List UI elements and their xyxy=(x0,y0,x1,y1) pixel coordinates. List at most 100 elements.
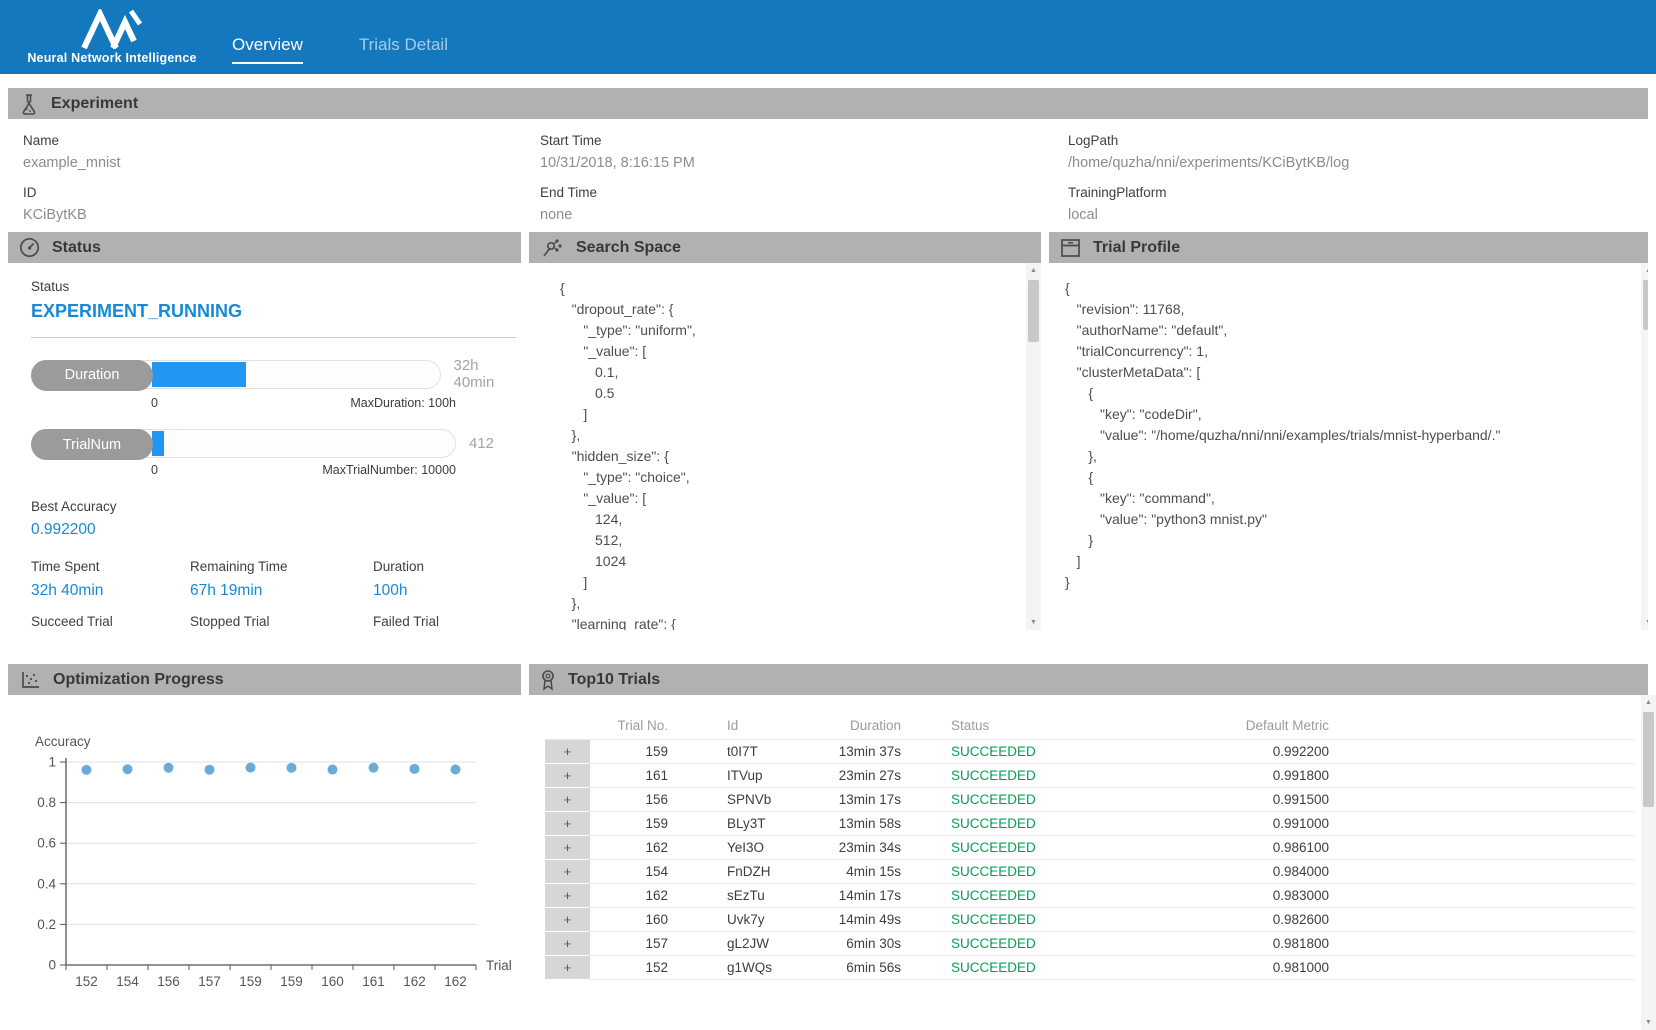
duration-cell: 6min 30s xyxy=(772,931,907,955)
trial-no-cell: 152 xyxy=(590,955,674,979)
trial-id-cell: sEzTu xyxy=(674,883,772,907)
trial-no-cell: 160 xyxy=(590,907,674,931)
filler-cell xyxy=(1335,739,1635,763)
progress-pill-label: Duration xyxy=(31,360,153,391)
status-cell: SUCCEEDED xyxy=(907,787,1167,811)
experiment-path-field: LogPath /home/quzha/nni/experiments/KCiB… xyxy=(1068,119,1648,232)
scroll-down-icon[interactable]: ▼ xyxy=(1641,615,1648,630)
experiment-section-title: Experiment xyxy=(51,95,138,113)
duration-cell: 13min 17s xyxy=(772,787,907,811)
svg-text:152: 152 xyxy=(75,974,98,989)
duration-progress-bar: Duration xyxy=(31,360,441,389)
optimization-section-bar: Optimization Progress xyxy=(8,664,521,695)
svg-text:0: 0 xyxy=(48,958,56,973)
flask-icon xyxy=(19,93,39,115)
expand-row-button[interactable]: + xyxy=(545,763,590,787)
expand-row-button[interactable]: + xyxy=(545,739,590,763)
expand-row-button[interactable]: + xyxy=(545,955,590,979)
table-row: +152g1WQs6min 56sSUCCEEDED0.981000 xyxy=(545,955,1635,979)
trial-id-cell: ITVup xyxy=(674,763,772,787)
best-accuracy-label: Best Accuracy xyxy=(31,499,521,514)
status-section-title: Status xyxy=(52,239,101,257)
trial-id-cell: FnDZH xyxy=(674,859,772,883)
filler-cell xyxy=(1335,763,1635,787)
expand-row-button[interactable]: + xyxy=(545,907,590,931)
trial-no-cell: 161 xyxy=(590,763,674,787)
expand-row-button[interactable]: + xyxy=(545,787,590,811)
scroll-thumb[interactable] xyxy=(1028,280,1039,342)
filler-cell xyxy=(1335,883,1635,907)
duration-progress-row: Duration 32h 40min xyxy=(31,357,521,391)
field-label: ID xyxy=(23,185,540,200)
filler-cell xyxy=(1335,931,1635,955)
search-space-scrollbar[interactable]: ▲ ▼ xyxy=(1026,263,1041,630)
field-value: example_mnist xyxy=(23,155,540,171)
filler-cell xyxy=(1335,835,1635,859)
duration-value: 32h 40min xyxy=(454,357,522,391)
stat-stopped-trial: Stopped Trial 0 xyxy=(190,614,373,630)
scroll-up-icon[interactable]: ▲ xyxy=(1641,695,1656,710)
duration-cell: 6min 56s xyxy=(772,955,907,979)
field-value: local xyxy=(1068,207,1648,223)
svg-text:162: 162 xyxy=(403,974,426,989)
scroll-down-icon[interactable]: ▼ xyxy=(1641,1015,1656,1030)
experiment-info: Name example_mnist ID KCiBytKB Start Tim… xyxy=(8,119,1648,232)
brand-logo: Neural Network Intelligence xyxy=(22,9,202,65)
expand-row-button[interactable]: + xyxy=(545,811,590,835)
status-cell: SUCCEEDED xyxy=(907,835,1167,859)
duration-cell: 23min 27s xyxy=(772,763,907,787)
progress-pill-label: TrialNum xyxy=(31,429,153,460)
expand-row-button[interactable]: + xyxy=(545,859,590,883)
tab-overview[interactable]: Overview xyxy=(232,35,303,64)
duration-caption: 0 MaxDuration: 100h xyxy=(151,396,456,410)
scroll-up-icon[interactable]: ▲ xyxy=(1026,263,1041,278)
trial-id-cell: g1WQs xyxy=(674,955,772,979)
stat-succeed-trial: Succeed Trial 403 xyxy=(31,614,190,630)
status-stats-grid: Time Spent 32h 40min Remaining Time 67h … xyxy=(31,559,521,630)
gauge-icon xyxy=(19,237,40,258)
table-row: +161ITVup23min 27sSUCCEEDED0.991800 xyxy=(545,763,1635,787)
svg-text:160: 160 xyxy=(321,974,344,989)
progress-track xyxy=(152,431,454,456)
duration-cell: 14min 17s xyxy=(772,883,907,907)
trial-no-cell: 159 xyxy=(590,739,674,763)
svg-text:157: 157 xyxy=(198,974,221,989)
trialnum-value: 412 xyxy=(469,435,494,452)
filler-cell xyxy=(1335,787,1635,811)
metric-cell: 0.991000 xyxy=(1167,811,1335,835)
trial-profile-scrollbar[interactable]: ▲ ▼ xyxy=(1641,263,1648,630)
expand-row-button[interactable]: + xyxy=(545,883,590,907)
status-section-bar: Status xyxy=(8,232,521,263)
trial-no-cell: 154 xyxy=(590,859,674,883)
duration-cell: 13min 37s xyxy=(772,739,907,763)
metric-cell: 0.992200 xyxy=(1167,739,1335,763)
progress-min: 0 xyxy=(151,396,158,410)
scroll-up-icon[interactable]: ▲ xyxy=(1641,263,1648,278)
svg-text:159: 159 xyxy=(280,974,303,989)
svg-text:Trial: Trial xyxy=(486,958,512,973)
trial-profile-json: { "revision": 11768, "authorName": "defa… xyxy=(1049,263,1648,593)
expand-row-button[interactable]: + xyxy=(545,931,590,955)
svg-text:159: 159 xyxy=(239,974,262,989)
table-row: +156SPNVb13min 17sSUCCEEDED0.991500 xyxy=(545,787,1635,811)
top10-table: Trial No. Id Duration Status Default Met… xyxy=(545,713,1635,980)
expand-column-header xyxy=(545,713,590,739)
status-cell: SUCCEEDED xyxy=(907,883,1167,907)
archive-box-icon xyxy=(1060,238,1081,258)
metric-cell: 0.981000 xyxy=(1167,955,1335,979)
experiment-time-field: Start Time 10/31/2018, 8:16:15 PM End Ti… xyxy=(540,119,1068,232)
nni-overview-page: Neural Network Intelligence Overview Tri… xyxy=(0,0,1656,1030)
experiment-section-bar: Experiment xyxy=(8,88,1648,119)
trial-profile-section-title: Trial Profile xyxy=(1093,239,1180,257)
scroll-down-icon[interactable]: ▼ xyxy=(1026,615,1041,630)
expand-row-button[interactable]: + xyxy=(545,835,590,859)
svg-text:0.2: 0.2 xyxy=(37,917,56,932)
table-row: +157gL2JW6min 30sSUCCEEDED0.981800 xyxy=(545,931,1635,955)
trial-no-cell: 162 xyxy=(590,883,674,907)
scroll-thumb[interactable] xyxy=(1643,280,1648,330)
duration-cell: 4min 15s xyxy=(772,859,907,883)
tab-trials-detail[interactable]: Trials Detail xyxy=(359,35,448,64)
scroll-thumb[interactable] xyxy=(1643,712,1654,807)
svg-text:Accuracy: Accuracy xyxy=(35,734,91,749)
top10-scrollbar[interactable]: ▲ ▼ xyxy=(1641,695,1656,1030)
